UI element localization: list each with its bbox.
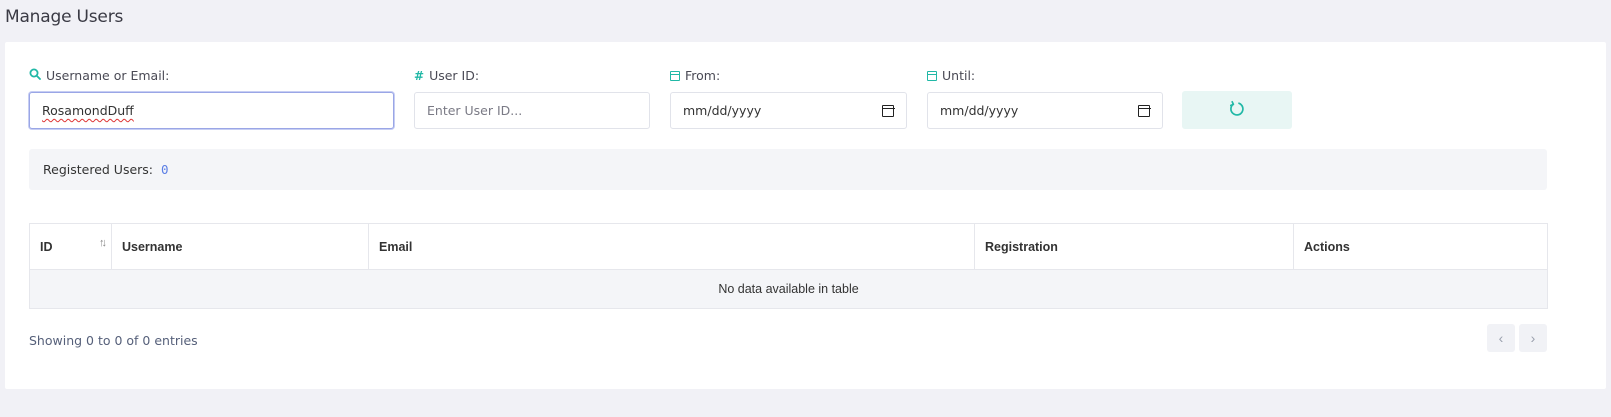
table-row: No data available in table [29,269,1548,309]
chevron-right-icon: › [1530,330,1536,346]
from-label: From: [670,68,720,83]
next-page-button[interactable]: › [1519,324,1547,352]
username-label: Username or Email: [29,68,169,83]
empty-table-message: No data available in table [29,269,1548,309]
column-header-registration[interactable]: Registration [974,223,1294,270]
user-id-label: # User ID: [414,68,480,83]
hash-icon: # [414,68,425,83]
username-input[interactable]: RosamondDuff [29,92,394,129]
user-id-input[interactable] [414,92,650,129]
registered-users-label: Registered Users: [43,162,154,177]
column-header-id[interactable]: ID ↑↓ [29,223,112,270]
users-table: ID ↑↓ Username Email Registration Action… [29,223,1548,309]
previous-page-button[interactable]: ‹ [1487,324,1515,352]
column-header-username[interactable]: Username [111,223,369,270]
calendar-icon [927,70,937,81]
calendar-icon [670,70,680,81]
page-title: Manage Users [5,7,124,27]
registered-users-count: 0 [161,162,169,177]
users-card: Username or Email: RosamondDuff # User I… [5,42,1606,389]
username-value: RosamondDuff [42,103,134,118]
table-header-row: ID ↑↓ Username Email Registration Action… [29,223,1548,270]
calendar-picker-icon[interactable] [881,104,895,117]
column-header-actions: Actions [1293,223,1548,270]
table-info: Showing 0 to 0 of 0 entries [29,333,198,348]
sort-icon: ↑↓ [99,237,107,249]
search-icon [29,68,41,83]
calendar-picker-icon[interactable] [1137,104,1151,117]
chevron-left-icon: ‹ [1498,330,1504,346]
until-label: Until: [927,68,975,83]
from-date-input[interactable]: mm/dd/yyyy [670,92,907,129]
reset-filters-button[interactable] [1182,91,1292,129]
until-date-input[interactable]: mm/dd/yyyy [927,92,1163,129]
column-header-email[interactable]: Email [368,223,975,270]
refresh-icon [1228,100,1246,121]
registered-users-summary: Registered Users: 0 [29,149,1547,190]
